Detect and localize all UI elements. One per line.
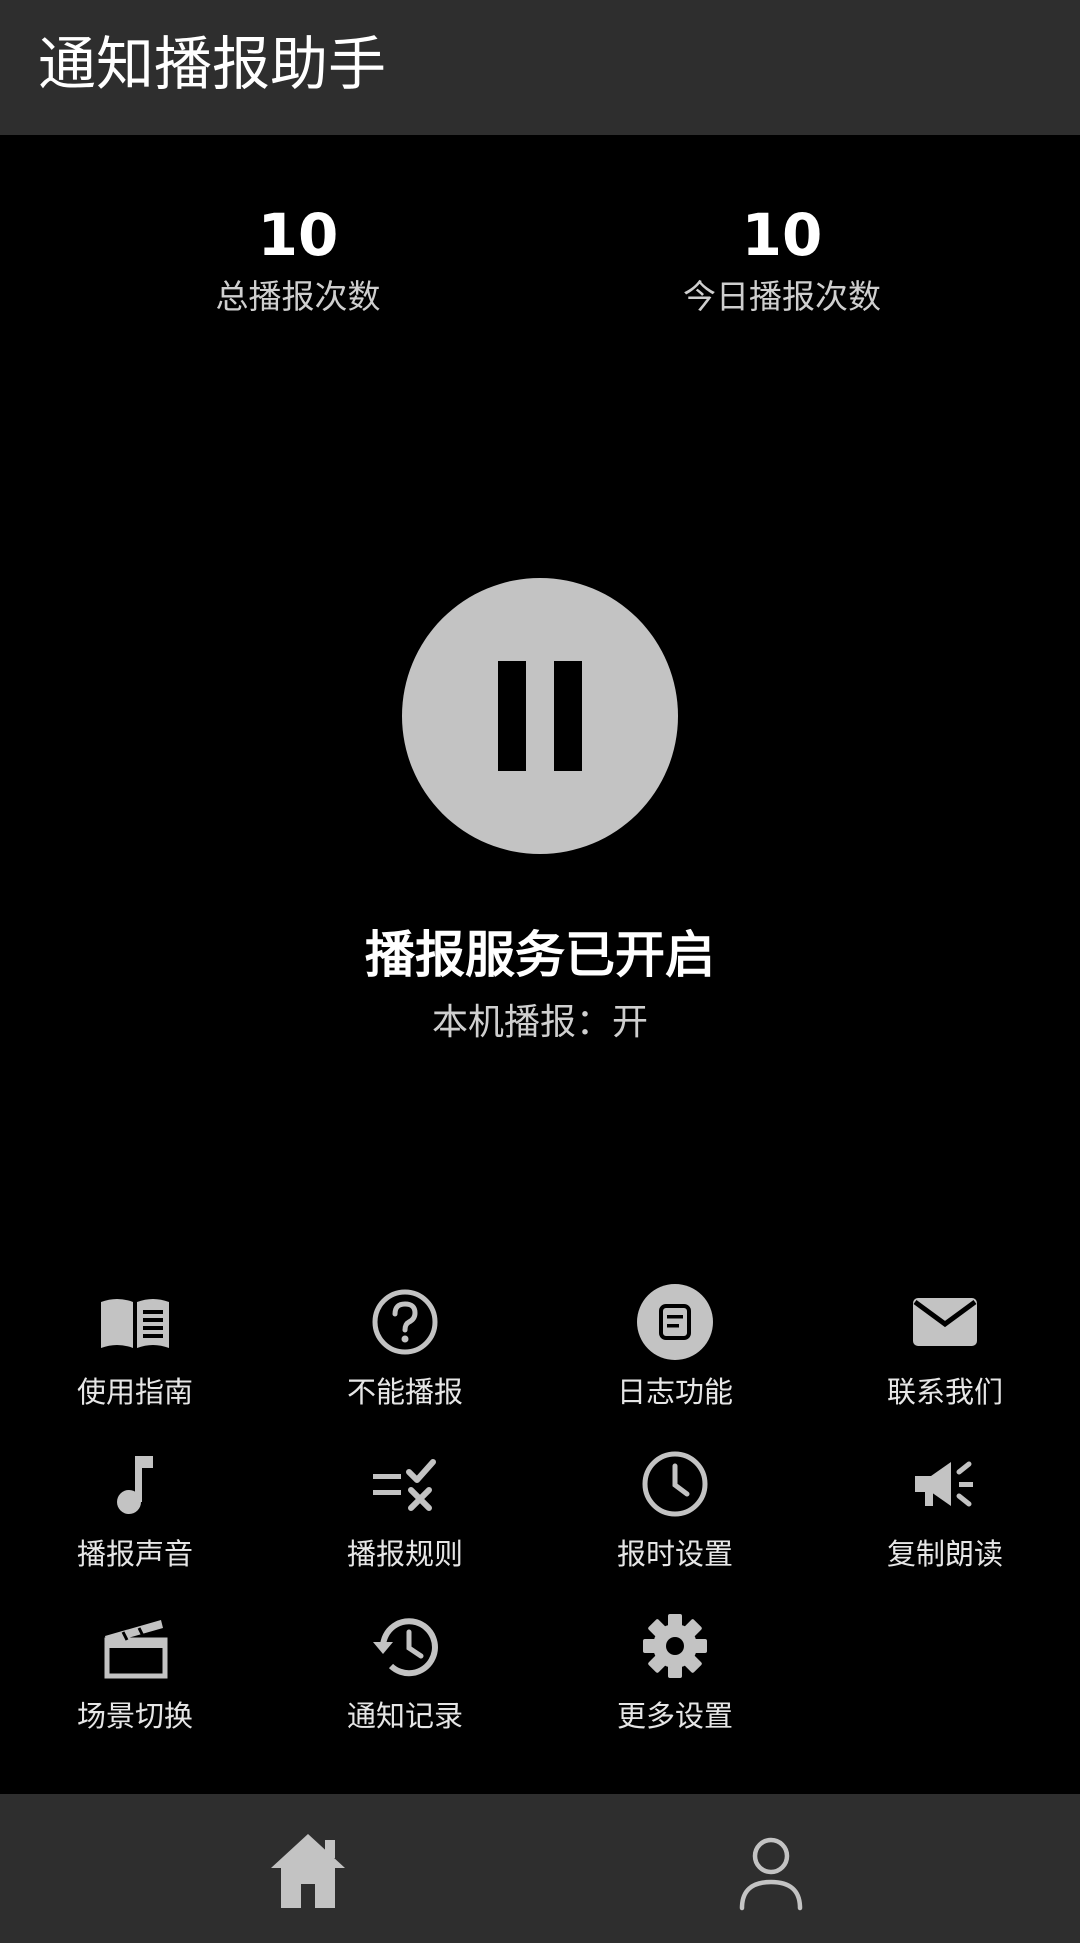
pause-icon-right-bar	[554, 661, 582, 771]
today-broadcast-label: 今日播报次数	[683, 277, 881, 316]
megaphone-icon	[905, 1444, 985, 1524]
today-broadcast-count: 10	[741, 201, 823, 269]
menu-item-label: 通知记录	[346, 1699, 463, 1733]
app-title: 通知播报助手	[38, 30, 387, 98]
bottom-navigation	[0, 1794, 1080, 1943]
person-icon	[739, 1837, 803, 1911]
clapperboard-icon	[95, 1606, 175, 1686]
title-bar: 通知播报助手	[0, 0, 1080, 135]
book-icon	[95, 1282, 175, 1362]
rules-icon	[365, 1444, 445, 1524]
menu-item-label: 报时设置	[616, 1537, 733, 1571]
log-icon	[635, 1282, 715, 1362]
menu-item-contact[interactable]: 联系我们	[810, 1282, 1080, 1432]
menu-item-log[interactable]: 日志功能	[540, 1282, 810, 1432]
menu-item-label: 复制朗读	[886, 1537, 1003, 1571]
mail-icon	[905, 1282, 985, 1362]
menu-item-copy-read[interactable]: 复制朗读	[810, 1444, 1080, 1594]
menu-item-label: 更多设置	[616, 1699, 733, 1733]
nav-profile[interactable]	[726, 1826, 816, 1916]
menu-item-label: 日志功能	[616, 1375, 733, 1409]
menu-item-cannot-broadcast[interactable]: 不能播报	[270, 1282, 540, 1432]
history-icon	[365, 1606, 445, 1686]
music-note-icon	[95, 1444, 175, 1524]
app-screen: 通知播报助手 10 总播报次数 10 今日播报次数 播报服务已开启 本机播报：开	[0, 0, 1080, 1943]
gear-icon	[635, 1606, 715, 1686]
clock-icon	[635, 1444, 715, 1524]
menu-item-label: 不能播报	[346, 1375, 463, 1409]
menu-item-label: 使用指南	[76, 1375, 193, 1409]
stats-panel: 10 总播报次数 10 今日播报次数	[0, 200, 1080, 330]
menu-item-label: 联系我们	[886, 1375, 1003, 1409]
menu-item-voice[interactable]: 播报声音	[0, 1444, 270, 1594]
today-broadcast-stat: 10 今日播报次数	[602, 200, 962, 322]
menu-item-guide[interactable]: 使用指南	[0, 1282, 270, 1432]
menu-item-label: 播报规则	[346, 1537, 463, 1571]
menu-item-more-settings[interactable]: 更多设置	[540, 1606, 810, 1756]
service-status-text: 播报服务已开启	[365, 926, 715, 984]
pause-icon-left-bar	[498, 661, 526, 771]
menu-item-time-announce[interactable]: 报时设置	[540, 1444, 810, 1594]
menu-item-notification-history[interactable]: 通知记录	[270, 1606, 540, 1756]
home-icon	[271, 1834, 345, 1908]
pause-button[interactable]	[402, 578, 678, 854]
local-broadcast-status: 本机播报：开	[431, 1002, 648, 1043]
menu-item-label: 场景切换	[76, 1699, 193, 1733]
nav-home[interactable]	[263, 1826, 353, 1916]
menu-item-rules[interactable]: 播报规则	[270, 1444, 540, 1594]
total-broadcast-label: 总播报次数	[215, 277, 381, 316]
total-broadcast-stat: 10 总播报次数	[118, 200, 478, 322]
menu-item-scene[interactable]: 场景切换	[0, 1606, 270, 1756]
question-icon	[365, 1282, 445, 1362]
menu-item-label: 播报声音	[76, 1537, 193, 1571]
total-broadcast-count: 10	[257, 201, 339, 269]
